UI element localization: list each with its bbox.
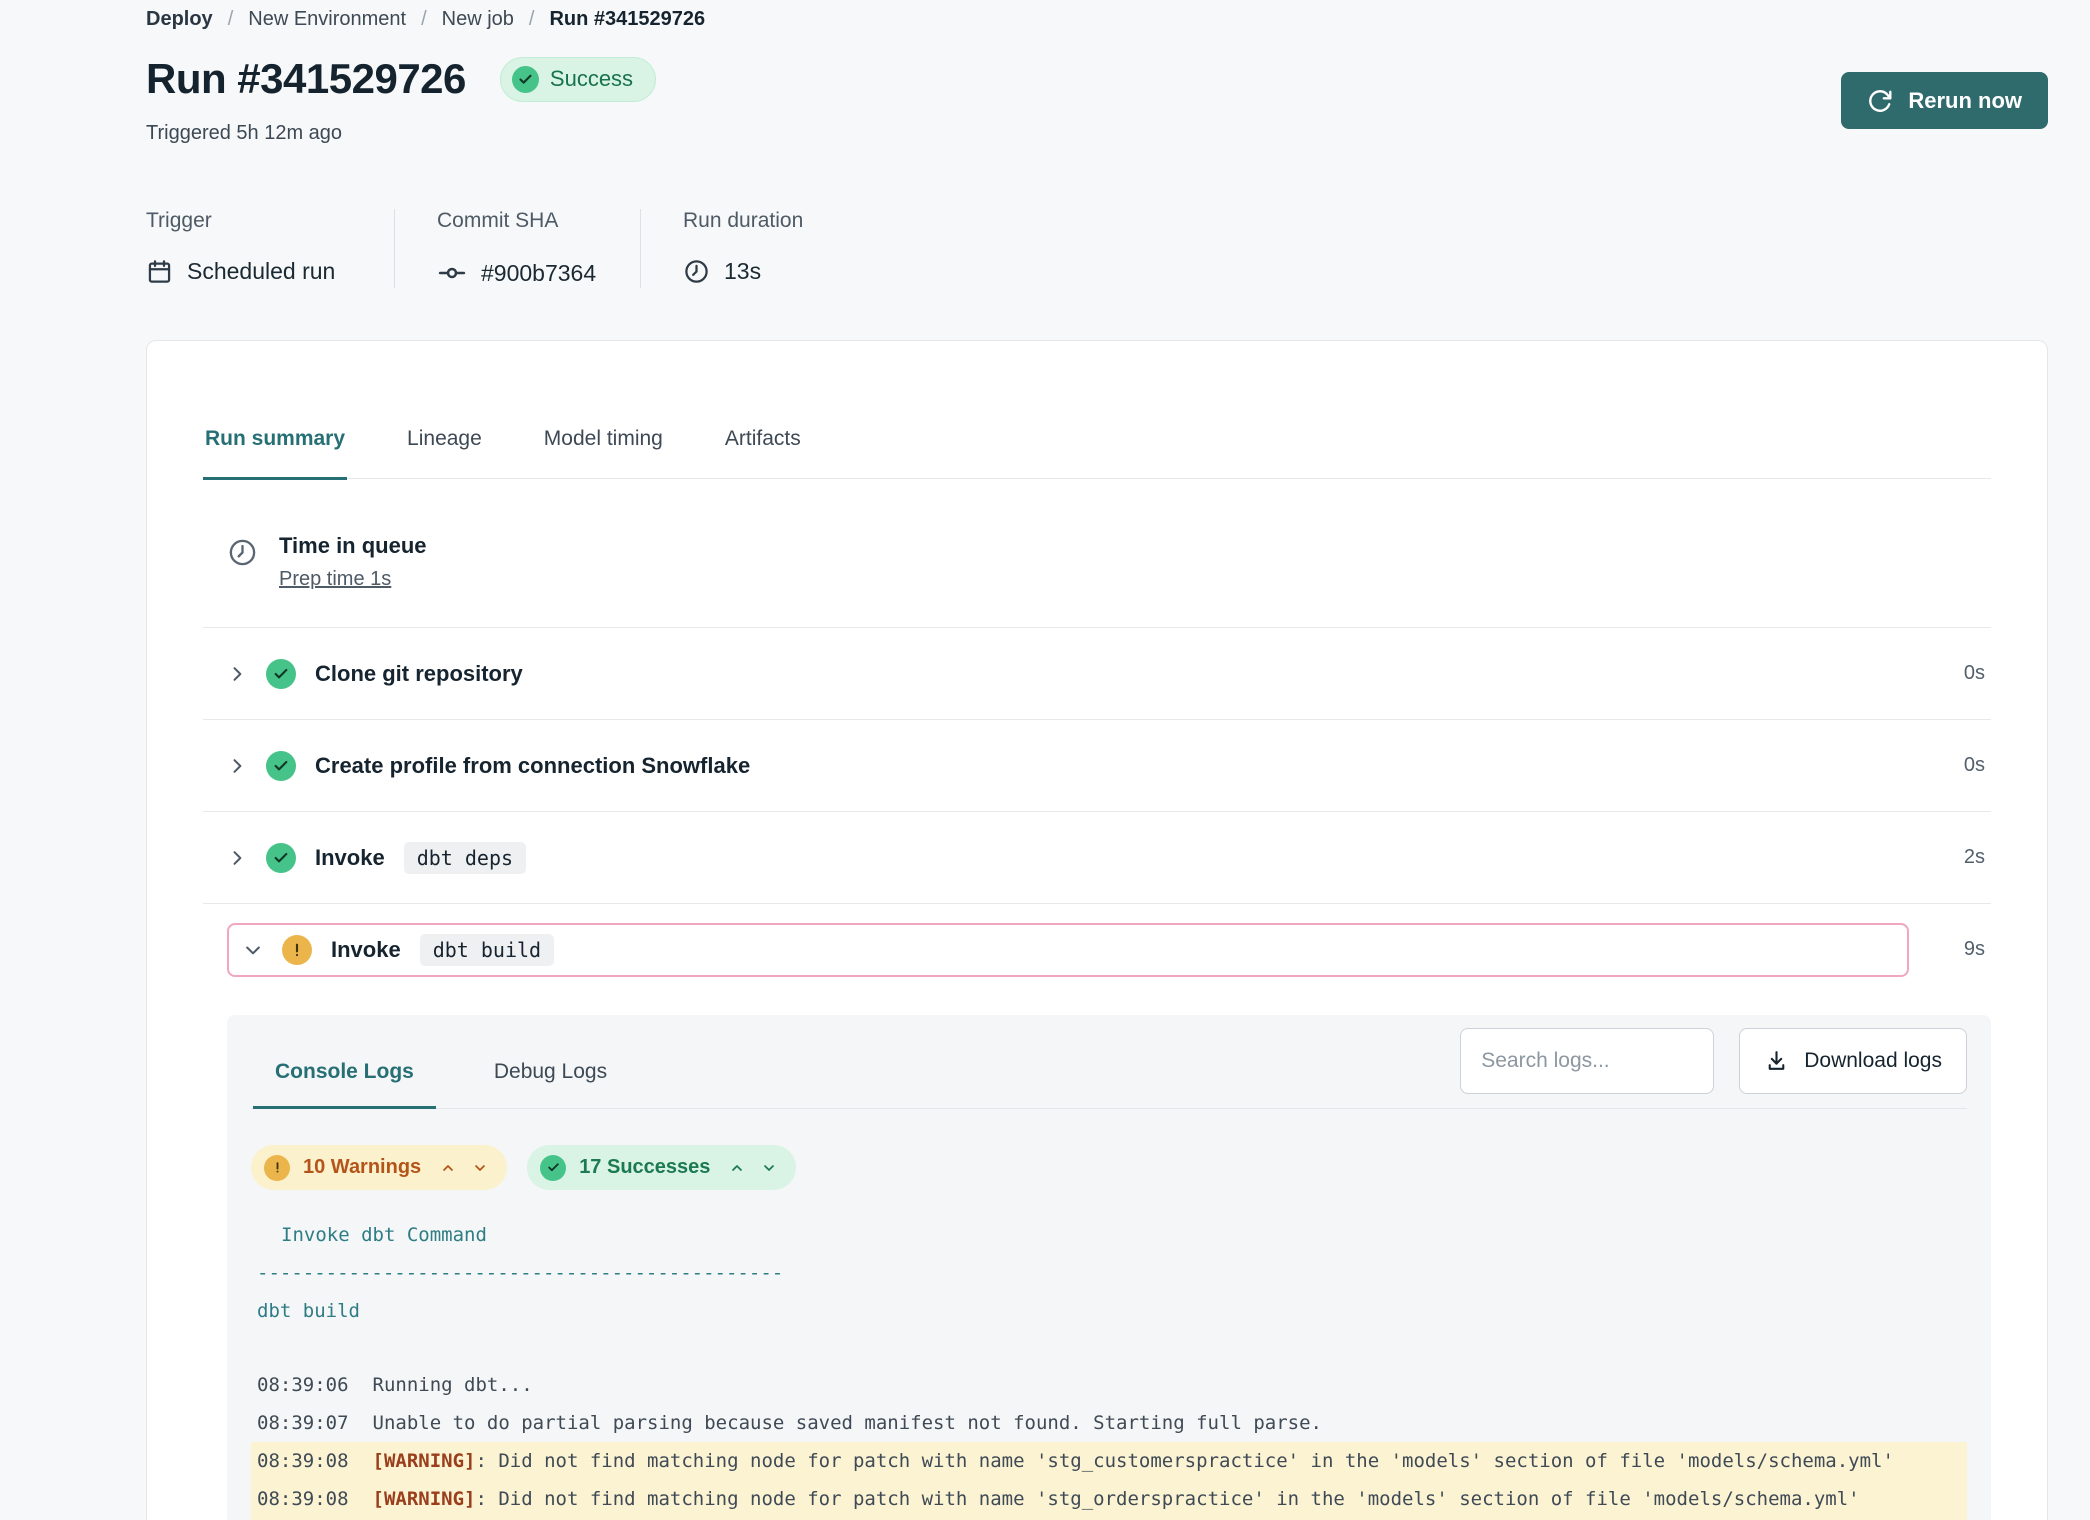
- warning-icon: [264, 1155, 290, 1181]
- breadcrumb-separator: /: [529, 8, 535, 31]
- prep-time-link[interactable]: Prep time 1s: [279, 568, 391, 591]
- meta-commit-label: Commit SHA: [437, 209, 598, 233]
- clock-icon: [683, 258, 710, 285]
- step-title: Clone git repository: [315, 661, 523, 687]
- triggered-timestamp: Triggered 5h 12m ago: [146, 122, 2048, 145]
- meta-trigger: Trigger Scheduled run: [146, 209, 394, 288]
- download-logs-label: Download logs: [1804, 1049, 1942, 1073]
- step-invoke-dbt-build[interactable]: Invoke dbt build: [227, 923, 1909, 977]
- meta-trigger-label: Trigger: [146, 209, 352, 233]
- rerun-icon: [1867, 88, 1893, 114]
- successes-prev-icon[interactable]: [729, 1160, 745, 1176]
- page: Deploy / New Environment / New job / Run…: [0, 0, 2090, 1520]
- step-duration: 0s: [1923, 662, 1985, 685]
- log-line: 08:39:07Unable to do partial parsing bec…: [251, 1404, 1967, 1442]
- log-panel: Console Logs Debug Logs Download logs: [227, 1015, 1991, 1520]
- successes-badge[interactable]: 17 Successes: [527, 1145, 796, 1190]
- status-badge: Success: [500, 57, 656, 102]
- step-row: Clone git repository 0s: [203, 627, 1991, 719]
- step-title: Create profile from connection Snowflake: [315, 753, 750, 779]
- warnings-prev-icon[interactable]: [440, 1160, 456, 1176]
- download-icon: [1764, 1049, 1789, 1074]
- run-metadata: Trigger Scheduled run Commit SHA #900b73…: [146, 209, 2048, 288]
- success-icon: [266, 751, 296, 781]
- tab-run-summary[interactable]: Run summary: [203, 427, 347, 480]
- log-line: Invoke dbt Command: [251, 1216, 1967, 1254]
- breadcrumb: Deploy / New Environment / New job / Run…: [146, 8, 2048, 31]
- meta-duration-label: Run duration: [683, 209, 803, 233]
- run-summary-card: Run summary Lineage Model timing Artifac…: [146, 340, 2048, 1520]
- log-blank-line: [251, 1330, 1967, 1366]
- step-duration: 0s: [1923, 754, 1985, 777]
- meta-commit-value: #900b7364: [481, 260, 596, 287]
- step-row: Invoke dbt deps 2s: [203, 811, 1991, 903]
- success-icon: [266, 843, 296, 873]
- breadcrumb-deploy[interactable]: Deploy: [146, 8, 213, 31]
- breadcrumb-current-run: Run #341529726: [549, 8, 705, 31]
- check-circle-icon: [540, 1155, 566, 1181]
- chevron-right-icon[interactable]: [227, 756, 247, 776]
- step-title: Invoke: [315, 845, 385, 871]
- log-line-warning: 08:39:08[WARNING]: Did not find matching…: [251, 1480, 1967, 1518]
- git-commit-icon: [437, 258, 467, 288]
- successes-badge-label: 17 Successes: [579, 1156, 710, 1179]
- check-circle-icon: [512, 66, 539, 93]
- tab-console-logs[interactable]: Console Logs: [253, 1060, 436, 1109]
- breadcrumb-new-job[interactable]: New job: [442, 8, 514, 31]
- search-logs-input[interactable]: [1460, 1028, 1714, 1094]
- meta-duration-value: 13s: [724, 258, 761, 285]
- meta-trigger-value: Scheduled run: [187, 258, 335, 285]
- log-controls: Download logs: [1460, 1028, 1967, 1094]
- step-row: Create profile from connection Snowflake…: [203, 719, 1991, 811]
- warning-icon: [282, 935, 312, 965]
- status-badge-label: Success: [550, 66, 633, 92]
- time-in-queue-section: Time in queue Prep time 1s: [203, 533, 1991, 627]
- chevron-right-icon[interactable]: [227, 848, 247, 868]
- breadcrumb-separator: /: [421, 8, 427, 31]
- step-duration: 2s: [1923, 846, 1985, 869]
- meta-commit: Commit SHA #900b7364: [394, 209, 640, 288]
- warnings-badge-label: 10 Warnings: [303, 1156, 421, 1179]
- tab-lineage[interactable]: Lineage: [405, 427, 484, 480]
- warnings-badge[interactable]: 10 Warnings: [251, 1145, 507, 1190]
- breadcrumb-separator: /: [228, 8, 234, 31]
- log-header: Console Logs Debug Logs Download logs: [251, 1015, 1967, 1109]
- tab-debug-logs[interactable]: Debug Logs: [472, 1060, 629, 1109]
- console-log-output: Invoke dbt Command ---------------------…: [251, 1216, 1967, 1520]
- log-line: dbt build: [251, 1292, 1967, 1330]
- page-title: Run #341529726: [146, 55, 466, 103]
- tab-model-timing[interactable]: Model timing: [542, 427, 665, 480]
- successes-next-icon[interactable]: [761, 1160, 777, 1176]
- step-duration: 9s: [1923, 938, 1985, 961]
- step-invoke-dbt-deps[interactable]: Invoke dbt deps: [227, 842, 1923, 874]
- clock-icon: [227, 537, 258, 591]
- log-tab-bar: Console Logs Debug Logs: [253, 1060, 629, 1108]
- chevron-down-icon[interactable]: [243, 940, 263, 960]
- step-command-chip: dbt deps: [404, 842, 526, 874]
- meta-duration: Run duration 13s: [640, 209, 845, 288]
- time-in-queue-title: Time in queue: [279, 533, 427, 559]
- step-command-chip: dbt build: [420, 934, 554, 966]
- warnings-next-icon[interactable]: [472, 1160, 488, 1176]
- calendar-icon: [146, 258, 173, 285]
- step-row: Invoke dbt build 9s: [203, 903, 1991, 995]
- rerun-now-button[interactable]: Rerun now: [1841, 72, 2048, 129]
- chevron-right-icon[interactable]: [227, 664, 247, 684]
- log-separator-line: ----------------------------------------…: [251, 1254, 1967, 1292]
- log-summary-badges: 10 Warnings 17 Successes: [251, 1145, 1967, 1190]
- breadcrumb-new-environment[interactable]: New Environment: [248, 8, 406, 31]
- rerun-button-label: Rerun now: [1908, 88, 2022, 114]
- step-create-profile[interactable]: Create profile from connection Snowflake: [227, 751, 1923, 781]
- title-row: Run #341529726 Success: [146, 55, 2048, 103]
- tab-artifacts[interactable]: Artifacts: [723, 427, 803, 480]
- step-title: Invoke: [331, 937, 401, 963]
- step-clone-git-repository[interactable]: Clone git repository: [227, 659, 1923, 689]
- log-line: 08:39:06Running dbt...: [251, 1366, 1967, 1404]
- tab-bar: Run summary Lineage Model timing Artifac…: [203, 427, 1991, 479]
- download-logs-button[interactable]: Download logs: [1739, 1028, 1967, 1094]
- log-line-warning: 08:39:08[WARNING]: Did not find matching…: [251, 1442, 1967, 1480]
- success-icon: [266, 659, 296, 689]
